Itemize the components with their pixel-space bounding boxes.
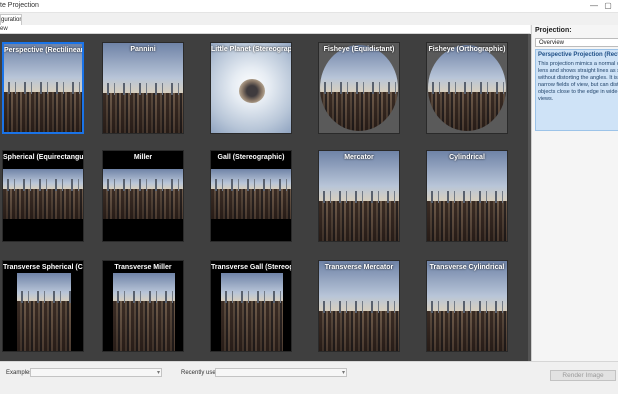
- tab-row: guration: [0, 13, 618, 25]
- projection-heading: Projection:: [535, 27, 572, 34]
- projection-preview-image: [4, 44, 82, 132]
- projection-thumbnail[interactable]: Gall (Stereographic): [210, 150, 292, 242]
- projection-preview-image: [113, 273, 175, 351]
- overview-label: ew: [0, 26, 8, 32]
- projection-label: Fisheye (Equidistant): [323, 46, 395, 53]
- window-title: te Projection: [0, 2, 39, 9]
- projection-info-box: Perspective Projection (Rectilinear) Thi…: [535, 49, 618, 131]
- projection-preview-image: [103, 43, 183, 133]
- projection-sidebar: Projection: Overview Perspective Project…: [531, 25, 618, 361]
- restore-icon[interactable]: ▢: [602, 1, 614, 11]
- projection-thumbnail[interactable]: Fisheye (Orthographic): [426, 42, 508, 134]
- projection-label: Spherical (Equirectangular): [3, 154, 84, 161]
- chevron-down-icon: ▾: [341, 370, 345, 376]
- projection-preview-image: [3, 169, 83, 219]
- projection-preview-image: [319, 261, 399, 351]
- projection-thumbnail[interactable]: Transverse Cylindrical: [426, 260, 508, 352]
- projection-thumbnail[interactable]: Little Planet (Stereographic): [210, 42, 292, 134]
- tab-configuration[interactable]: guration: [0, 14, 22, 25]
- examples-select[interactable]: ▾: [30, 368, 162, 377]
- projection-thumbnail[interactable]: Spherical (Equirectangular): [2, 150, 84, 242]
- projection-label: Cylindrical: [449, 154, 485, 161]
- projection-thumbnail[interactable]: Transverse Mercator: [318, 260, 400, 352]
- projection-thumbnail[interactable]: Cylindrical: [426, 150, 508, 242]
- projection-label: Perspective (Rectilinear): [4, 47, 84, 54]
- projection-label: Gall (Stereographic): [217, 154, 285, 161]
- chevron-down-icon: ▾: [156, 370, 160, 376]
- projection-preview-image: [427, 151, 507, 241]
- info-line: This projection mimics a normal camera: [538, 61, 618, 67]
- projection-thumbnail[interactable]: Perspective (Rectilinear): [2, 42, 84, 134]
- projection-preview-image: [211, 169, 291, 219]
- projection-preview-image: [320, 45, 398, 131]
- projection-label: Pannini: [130, 46, 156, 53]
- projection-thumbnail[interactable]: Fisheye (Equidistant): [318, 42, 400, 134]
- projection-thumbnail[interactable]: Pannini: [102, 42, 184, 134]
- info-line: without distorting the angles. It is ide…: [538, 75, 618, 81]
- projection-label: Transverse Gall (Stereographic): [211, 264, 291, 271]
- info-line: views.: [538, 96, 554, 102]
- projection-label: Transverse Miller: [114, 264, 172, 271]
- overview-bar: ew: [0, 25, 530, 34]
- projection-preview-image: [428, 45, 506, 131]
- projection-thumbnail[interactable]: Transverse Gall (Stereographic): [210, 260, 292, 352]
- recently-used-select[interactable]: ▾: [215, 368, 347, 377]
- projection-preview-image: [319, 151, 399, 241]
- projection-label: Little Planet (Stereographic): [211, 46, 292, 53]
- projection-label: Mercator: [344, 154, 374, 161]
- little-planet-image: [239, 79, 265, 103]
- projection-thumbnail[interactable]: Transverse Spherical (Cassini): [2, 260, 84, 352]
- render-image-button[interactable]: Render Image: [550, 370, 616, 381]
- projection-preview-image: [103, 169, 183, 219]
- info-heading: Perspective Projection (Rectilinear): [538, 52, 618, 58]
- projection-label: Transverse Mercator: [324, 264, 394, 271]
- info-line: objects close to the edge in wide-angle: [538, 89, 618, 95]
- projection-thumbnail[interactable]: Miller: [102, 150, 184, 242]
- projection-preview-image: [221, 273, 283, 351]
- projection-label: Transverse Spherical (Cassini): [3, 264, 83, 271]
- projection-thumbnail[interactable]: Transverse Miller: [102, 260, 184, 352]
- projection-preview-image: [427, 261, 507, 351]
- projection-grid: Perspective (Rectilinear) Pannini Little P…: [0, 34, 530, 361]
- bottom-bar: Examples: ▾ Recently used: ▾ Render Imag…: [0, 361, 618, 394]
- projection-label: Fisheye (Orthographic): [428, 46, 506, 53]
- title-bar: te Projection — ▢: [0, 0, 618, 13]
- projection-thumbnail[interactable]: Mercator: [318, 150, 400, 242]
- minimize-icon[interactable]: —: [588, 1, 600, 11]
- info-line: lens and shows straight lines as straigh…: [538, 68, 618, 74]
- projection-preview-image: [17, 273, 71, 351]
- projection-label: Transverse Cylindrical: [429, 264, 505, 271]
- info-description: This projection mimics a normal camera l…: [538, 61, 618, 103]
- info-line: narrow fields of view, but can distort: [538, 82, 618, 88]
- projection-overview-select[interactable]: Overview: [535, 38, 618, 47]
- projection-label: Miller: [133, 154, 153, 161]
